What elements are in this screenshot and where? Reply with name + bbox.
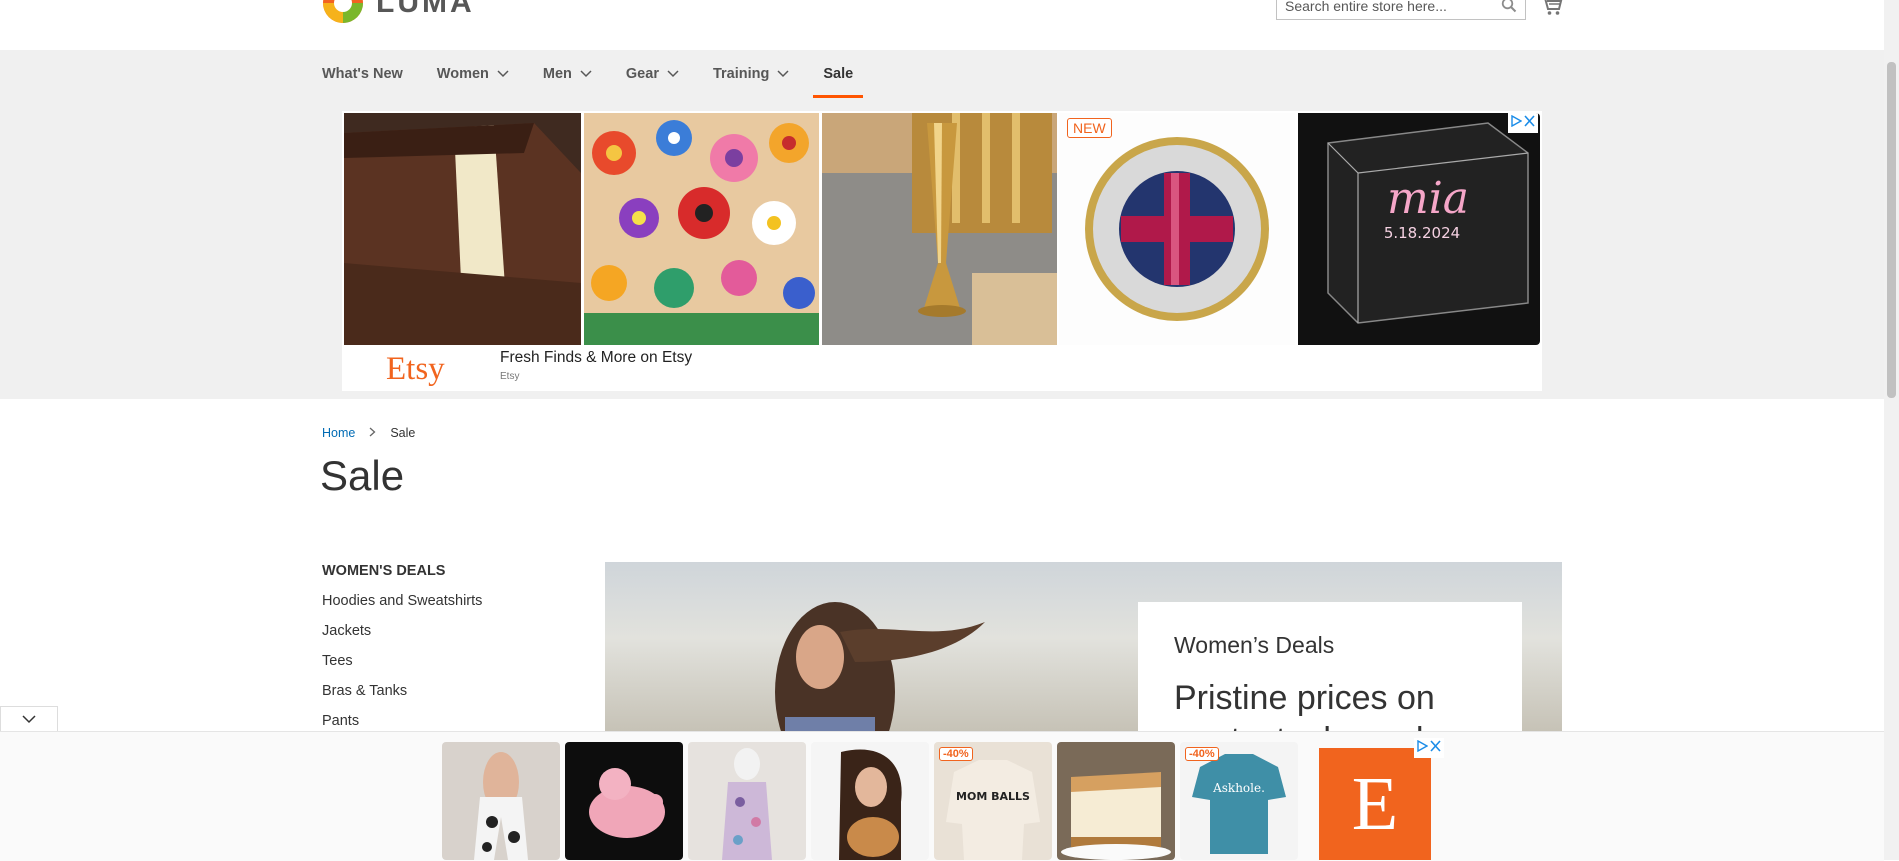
ad-tile-date: 5.18.2024 bbox=[1384, 224, 1460, 242]
hero-headline: Pristine prices on pants, tanks and bbox=[1174, 677, 1435, 732]
search-box[interactable] bbox=[1276, 0, 1526, 20]
nav-item-men[interactable]: Men bbox=[543, 50, 592, 98]
nav-band: What's New Women Men Gear Training Sale bbox=[0, 50, 1884, 399]
adchoices[interactable] bbox=[1508, 113, 1538, 133]
logo-text: LUMA bbox=[376, 0, 475, 19]
ad-tile-name: mia bbox=[1387, 173, 1469, 224]
sidebar-heading: WOMEN'S DEALS bbox=[322, 563, 446, 579]
page-scrollbar[interactable] bbox=[1884, 0, 1899, 860]
close-ad-icon[interactable] bbox=[1430, 739, 1441, 757]
ad-thumb-pink-figurine[interactable] bbox=[565, 742, 683, 860]
nav-item-whats-new[interactable]: What's New bbox=[322, 50, 403, 98]
ad-thumb-patterned-pants[interactable] bbox=[442, 742, 560, 860]
etsy-logo: Etsy bbox=[386, 351, 445, 387]
collapse-ad-button[interactable] bbox=[0, 706, 58, 732]
bottom-ad-bar: MOM BALLS -40% Askhole. -40% E bbox=[0, 731, 1884, 861]
nav-item-label: Women bbox=[436, 66, 489, 82]
ad-source: Etsy bbox=[500, 371, 520, 382]
womens-deals-hero[interactable]: Women’s Deals Pristine prices on pants, … bbox=[605, 562, 1562, 732]
sidebar-womens-deals: WOMEN'S DEALS Hoodies and Sweatshirts Ja… bbox=[322, 560, 552, 740]
ad-caption[interactable]: Etsy Fresh Finds & More on Etsy Etsy bbox=[342, 345, 1542, 391]
chevron-down-icon bbox=[497, 66, 509, 82]
sidebar-link-hoodies[interactable]: Hoodies and Sweatshirts bbox=[322, 590, 552, 620]
ad-image-ring[interactable]: NEW bbox=[1059, 113, 1295, 345]
chevron-down-icon bbox=[667, 66, 679, 82]
sidebar-link-tees[interactable]: Tees bbox=[322, 650, 552, 680]
nav-item-training[interactable]: Training bbox=[713, 50, 789, 98]
cart-icon[interactable] bbox=[1541, 0, 1563, 21]
breadcrumb-home-link[interactable]: Home bbox=[322, 426, 355, 440]
ad-thumb-printed-jumpsuit[interactable] bbox=[688, 742, 806, 860]
main-navigation: What's New Women Men Gear Training Sale bbox=[322, 50, 887, 98]
nav-item-gear[interactable]: Gear bbox=[626, 50, 679, 98]
chevron-right-icon bbox=[369, 426, 376, 440]
discount-badge: -40% bbox=[939, 747, 973, 761]
close-ad-icon[interactable] bbox=[1524, 114, 1535, 132]
sidebar-link-jackets[interactable]: Jackets bbox=[322, 620, 552, 650]
hero-headline-line-1: Pristine prices on bbox=[1174, 679, 1435, 717]
chevron-down-icon bbox=[580, 66, 592, 82]
chevron-down-icon bbox=[777, 66, 789, 82]
etsy-e-logo[interactable]: E bbox=[1319, 748, 1431, 860]
etsy-bottom-ad[interactable]: MOM BALLS -40% Askhole. -40% E bbox=[441, 738, 1444, 860]
nav-item-label: Sale bbox=[823, 66, 854, 82]
new-badge: NEW bbox=[1067, 118, 1112, 138]
ad-thumb-sweatshirt[interactable]: MOM BALLS -40% bbox=[934, 742, 1052, 860]
chevron-down-icon bbox=[22, 711, 36, 729]
nav-item-label: Gear bbox=[625, 66, 659, 82]
adchoices-icon[interactable] bbox=[1417, 739, 1429, 757]
nav-item-women[interactable]: Women bbox=[437, 50, 509, 98]
ad-thumb-cheesecake[interactable] bbox=[1057, 742, 1175, 860]
breadcrumb-current: Sale bbox=[390, 426, 416, 440]
nav-item-sale[interactable]: Sale bbox=[813, 50, 864, 98]
ad-image-flower-painting[interactable] bbox=[584, 113, 819, 345]
sidebar-link-bras-tanks[interactable]: Bras & Tanks bbox=[322, 680, 552, 710]
ad-thumb-portrait-with-cat[interactable] bbox=[811, 742, 929, 860]
page-title: Sale bbox=[320, 452, 405, 499]
tshirt-text: Askhole. bbox=[1212, 781, 1265, 795]
luma-logo-icon bbox=[322, 0, 364, 24]
hero-promo-box: Women’s Deals Pristine prices on pants, … bbox=[1138, 602, 1522, 732]
nav-item-label: Men bbox=[542, 66, 572, 82]
sweatshirt-text: MOM BALLS bbox=[956, 790, 1030, 803]
ad-image-gold-vase[interactable] bbox=[822, 113, 1057, 345]
luma-logo[interactable]: LUMA bbox=[322, 0, 475, 24]
nav-item-label: What's New bbox=[322, 66, 403, 82]
breadcrumb: Home Sale bbox=[322, 426, 415, 440]
nav-item-label: Training bbox=[712, 66, 770, 82]
adchoices[interactable] bbox=[1414, 738, 1444, 758]
ad-thumb-tshirt[interactable]: Askhole. -40% bbox=[1180, 742, 1298, 860]
scrollbar-thumb[interactable] bbox=[1887, 62, 1896, 398]
hero-subtitle: Women’s Deals bbox=[1174, 632, 1335, 658]
discount-badge: -40% bbox=[1185, 747, 1219, 761]
ad-image-chocolate-cake[interactable] bbox=[344, 113, 581, 345]
etsy-top-ad[interactable]: NEW mia 5.18.2024 Etsy Fresh Finds & Mor… bbox=[342, 111, 1542, 391]
search-input[interactable] bbox=[1277, 0, 1503, 17]
search-icon[interactable] bbox=[1501, 0, 1517, 13]
page-header: LUMA bbox=[0, 0, 1884, 50]
ad-image-acrylic-box[interactable]: mia 5.18.2024 bbox=[1298, 113, 1540, 345]
adchoices-icon[interactable] bbox=[1511, 114, 1523, 132]
ad-title[interactable]: Fresh Finds & More on Etsy bbox=[500, 349, 692, 367]
